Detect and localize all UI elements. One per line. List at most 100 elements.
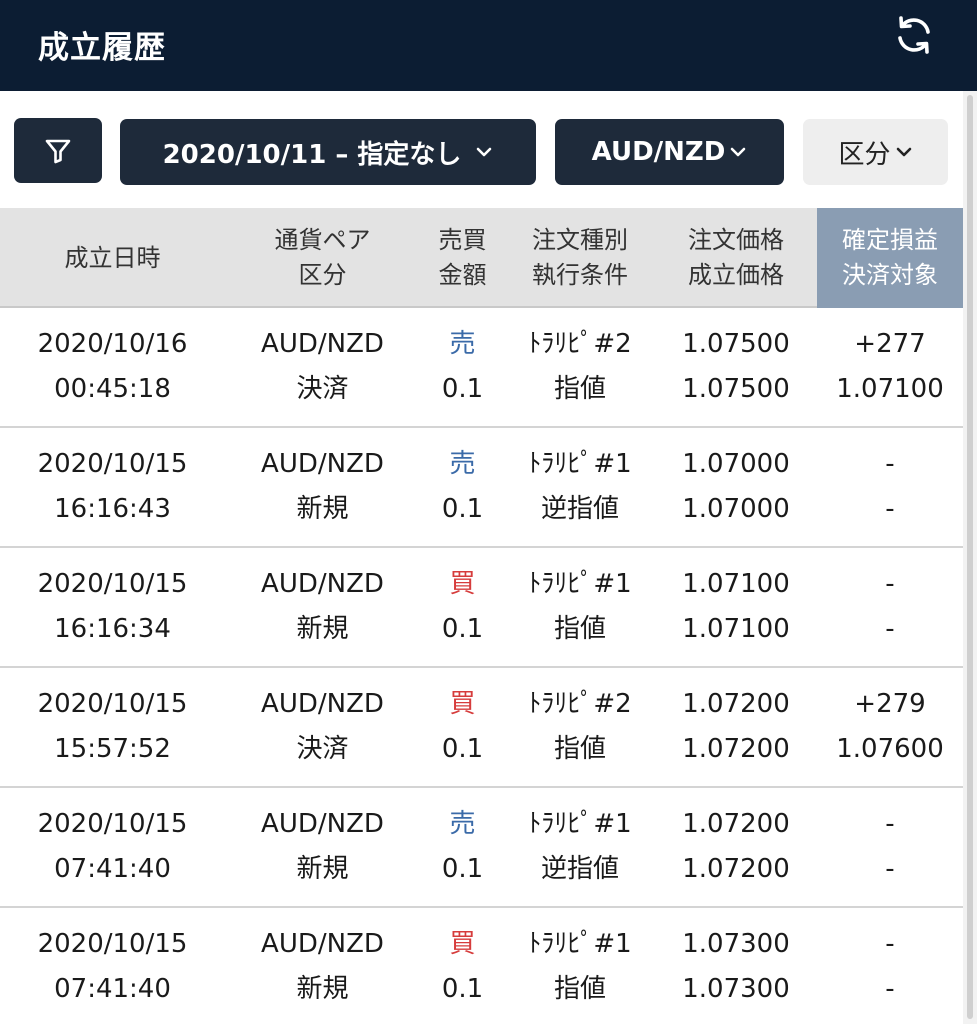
cell-datetime-bottom: 07:41:40 — [54, 854, 171, 884]
cell-order-type: ﾄﾗﾘﾋﾟ#2 指値 — [505, 668, 655, 786]
cell-side-top: 売 — [449, 329, 476, 359]
cell-side-top: 売 — [449, 809, 476, 839]
cell-side: 買 0.1 — [420, 908, 505, 1024]
table-row[interactable]: 2020/10/16 00:45:18 AUD/NZD 決済 売 0.1 ﾄﾗﾘﾋﾟ#2 指値… — [0, 308, 963, 428]
cell-price: 1.07200 1.07200 — [655, 788, 817, 906]
cell-datetime: 2020/10/15 16:16:34 — [0, 548, 225, 666]
cell-pair-top: AUD/NZD — [261, 449, 384, 479]
cell-side-top: 買 — [449, 929, 476, 959]
cell-side-bottom: 0.1 — [441, 614, 484, 644]
cell-side-bottom: 0.1 — [441, 974, 484, 1004]
cell-pnl-top: +277 — [854, 329, 926, 359]
cell-pnl-top: - — [885, 809, 895, 839]
cell-price-bottom: 1.07300 — [682, 974, 790, 1004]
cell-side: 売 0.1 — [420, 788, 505, 906]
currency-pair-label: AUD/NZD — [591, 137, 726, 167]
cell-pnl: +277 1.07100 — [817, 308, 963, 426]
cell-side-bottom: 0.1 — [441, 494, 484, 524]
chevron-down-icon — [475, 146, 493, 158]
cell-order-type-top: ﾄﾗﾘﾋﾟ#1 — [528, 929, 632, 959]
column-header-datetime[interactable]: 成立日時 — [0, 208, 225, 308]
cell-side-top: 買 — [449, 689, 476, 719]
cell-pnl-bottom: - — [885, 614, 895, 644]
cell-pair-bottom: 決済 — [296, 734, 349, 764]
cell-pnl: -- — [817, 428, 963, 546]
cell-side-top: 買 — [449, 569, 476, 599]
cell-side: 売 0.1 — [420, 428, 505, 546]
table-row[interactable]: 2020/10/15 07:41:40 AUD/NZD 新規 売 0.1 ﾄﾗﾘﾋﾟ#1 逆指… — [0, 788, 963, 908]
cell-datetime-top: 2020/10/15 — [37, 569, 188, 599]
cell-pair-top: AUD/NZD — [261, 809, 384, 839]
column-header-side[interactable]: 売買 金額 — [420, 208, 505, 308]
scrollbar-thumb[interactable] — [967, 95, 973, 1019]
cell-side-top: 売 — [449, 449, 476, 479]
cell-pair: AUD/NZD 新規 — [225, 428, 420, 546]
cell-pnl: -- — [817, 548, 963, 666]
cell-pnl-bottom: - — [885, 494, 895, 524]
scrollbar[interactable] — [963, 91, 977, 1024]
cell-pnl: +279 1.07600 — [817, 668, 963, 786]
cell-pair-bottom: 決済 — [296, 374, 349, 404]
column-header-pair[interactable]: 通貨ペア 区分 — [225, 208, 420, 308]
cell-price-top: 1.07000 — [682, 449, 790, 479]
cell-price: 1.07300 1.07300 — [655, 908, 817, 1024]
cell-pair: AUD/NZD 新規 — [225, 788, 420, 906]
table-row[interactable]: 2020/10/15 07:41:40 AUD/NZD 新規 買 0.1 ﾄﾗﾘﾋﾟ#1 指値… — [0, 908, 963, 1024]
table-header: 成立日時 通貨ペア 区分 売買 金額 注文種別 執行条件 注文価格 成立価格 確… — [0, 208, 963, 308]
cell-side: 売 0.1 — [420, 308, 505, 426]
cell-price-top: 1.07200 — [682, 809, 790, 839]
filter-button[interactable] — [14, 118, 102, 183]
cell-datetime-bottom: 07:41:40 — [54, 974, 171, 1004]
cell-price-top: 1.07300 — [682, 929, 790, 959]
filter-funnel-icon — [45, 139, 71, 163]
column-header-pnl[interactable]: 確定損益 決済対象 — [817, 208, 963, 308]
table-row[interactable]: 2020/10/15 16:16:34 AUD/NZD 新規 買 0.1 ﾄﾗﾘﾋﾟ#1 指値… — [0, 548, 963, 668]
cell-price-bottom: 1.07000 — [682, 494, 790, 524]
table-row[interactable]: 2020/10/15 16:16:43 AUD/NZD 新規 売 0.1 ﾄﾗﾘﾋﾟ#1 逆指… — [0, 428, 963, 548]
date-range-dropdown[interactable]: 2020/10/11 – 指定なし — [120, 119, 536, 185]
cell-pair-top: AUD/NZD — [261, 569, 384, 599]
cell-pair: AUD/NZD 新規 — [225, 548, 420, 666]
cell-pnl-top: - — [885, 569, 895, 599]
cell-datetime-top: 2020/10/15 — [37, 929, 188, 959]
cell-side: 買 0.1 — [420, 548, 505, 666]
cell-side-bottom: 0.1 — [441, 734, 484, 764]
cell-order-type: ﾄﾗﾘﾋﾟ#1 指値 — [505, 908, 655, 1024]
cell-pnl: -- — [817, 788, 963, 906]
cell-price-bottom: 1.07200 — [682, 854, 790, 884]
cell-order-type-bottom: 指値 — [553, 374, 606, 404]
cell-side: 買 0.1 — [420, 668, 505, 786]
refresh-icon — [898, 16, 930, 54]
cell-datetime-top: 2020/10/15 — [37, 449, 188, 479]
cell-price: 1.07500 1.07500 — [655, 308, 817, 426]
cell-pair: AUD/NZD 決済 — [225, 668, 420, 786]
refresh-button[interactable] — [891, 12, 937, 58]
cell-pair-top: AUD/NZD — [261, 329, 384, 359]
cell-pnl-bottom: 1.07600 — [836, 734, 944, 764]
cell-pair-bottom: 新規 — [296, 494, 349, 524]
cell-datetime-bottom: 16:16:34 — [54, 614, 171, 644]
cell-order-type: ﾄﾗﾘﾋﾟ#1 逆指値 — [505, 428, 655, 546]
cell-price-bottom: 1.07500 — [682, 374, 790, 404]
cell-price: 1.07100 1.07100 — [655, 548, 817, 666]
cell-order-type: ﾄﾗﾘﾋﾟ#1 指値 — [505, 548, 655, 666]
cell-datetime-top: 2020/10/15 — [37, 809, 188, 839]
cell-pair: AUD/NZD 決済 — [225, 308, 420, 426]
cell-pnl: -- — [817, 908, 963, 1024]
currency-pair-dropdown[interactable]: AUD/NZD — [555, 119, 784, 185]
column-header-price[interactable]: 注文価格 成立価格 — [655, 208, 817, 308]
cell-datetime: 2020/10/15 16:16:43 — [0, 428, 225, 546]
cell-pair-top: AUD/NZD — [261, 689, 384, 719]
cell-order-type-bottom: 指値 — [553, 734, 606, 764]
cell-pair-top: AUD/NZD — [261, 929, 384, 959]
column-header-order-type[interactable]: 注文種別 執行条件 — [505, 208, 655, 308]
date-range-label: 2020/10/11 – 指定なし — [162, 139, 462, 170]
cell-datetime-top: 2020/10/15 — [37, 689, 188, 719]
cell-order-type-bottom: 逆指値 — [540, 494, 619, 524]
cell-order-type-bottom: 指値 — [553, 974, 606, 1004]
category-dropdown[interactable]: 区分 — [803, 119, 948, 185]
cell-pair-bottom: 新規 — [296, 974, 349, 1004]
cell-datetime-bottom: 16:16:43 — [54, 494, 171, 524]
table-row[interactable]: 2020/10/15 15:57:52 AUD/NZD 決済 買 0.1 ﾄﾗﾘﾋﾟ#2 指値… — [0, 668, 963, 788]
cell-order-type-top: ﾄﾗﾘﾋﾟ#2 — [528, 689, 632, 719]
